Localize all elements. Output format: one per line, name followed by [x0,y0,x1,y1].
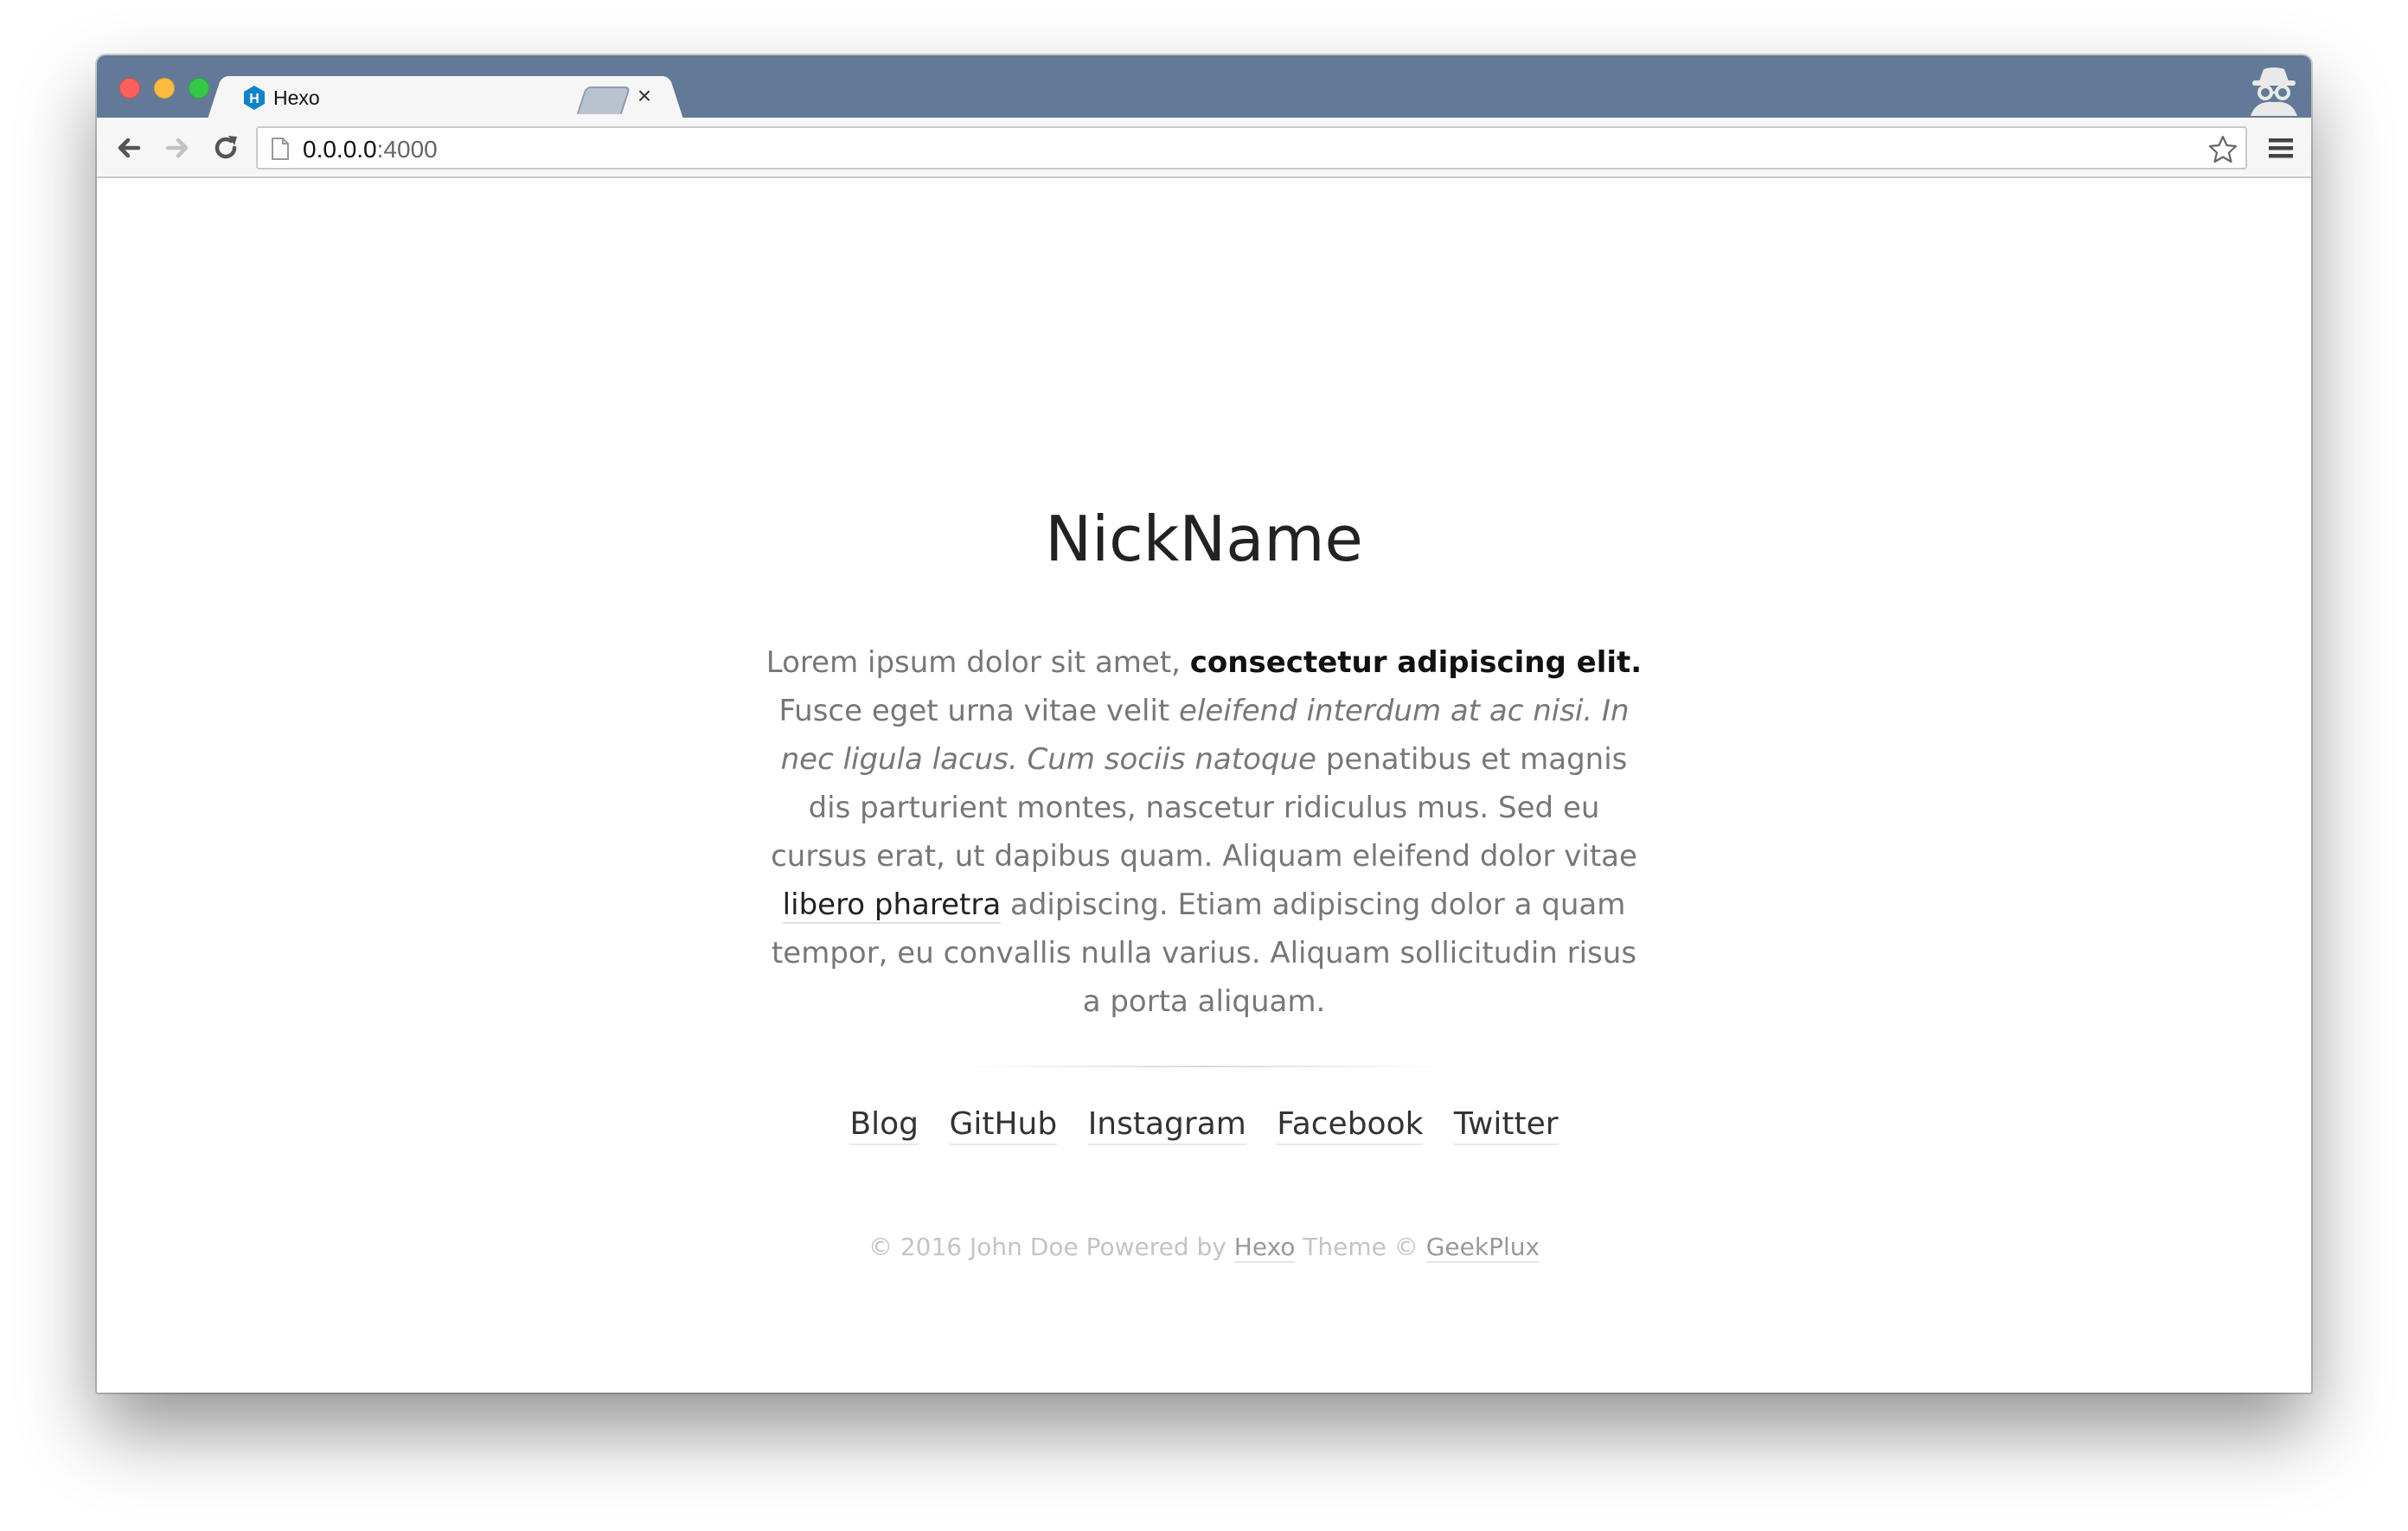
page-viewport: NickName Lorem ipsum dolor sit amet, con… [97,178,2311,1393]
browser-window: H Hexo × 0.0.0.0:4000 NickName Lorem ips… [97,55,2311,1393]
link-facebook[interactable]: Facebook [1277,1106,1424,1145]
forward-arrow-icon[interactable] [161,131,194,164]
link-blog[interactable]: Blog [849,1106,919,1145]
bio-strong-text: consectetur adipiscing elit. [1189,645,1643,680]
footer-copyright: © 2016 John Doe Powered by [868,1233,1234,1261]
hamburger-menu-icon[interactable] [2266,133,2296,163]
minimize-window-button[interactable] [154,78,175,99]
hexo-favicon-icon: H [244,86,265,110]
hexo-link[interactable]: Hexo [1233,1233,1296,1263]
profile-card: NickName Lorem ipsum dolor sit amet, con… [763,500,1645,1265]
zoom-window-button[interactable] [189,78,209,99]
url-host: 0.0.0.0 [303,136,377,163]
footer-theme-text: Theme © [1295,1233,1426,1261]
social-links: Blog GitHub Instagram Facebook Twitter [763,1102,1645,1147]
tab-strip: H Hexo × [97,55,2311,119]
new-tab-button[interactable] [576,86,631,114]
link-github[interactable]: GitHub [949,1106,1058,1145]
tab-title: Hexo [273,86,320,109]
reload-icon[interactable] [209,131,242,164]
link-instagram[interactable]: Instagram [1087,1106,1246,1145]
bio-text-2: Fusce eget urna vitae velit [778,694,1180,728]
bio-text-1: Lorem ipsum dolor sit amet, [765,645,1190,680]
star-icon[interactable] [2207,134,2238,165]
bio-link[interactable]: libero pharetra [782,887,1002,924]
page-icon [272,138,289,160]
tab-close-icon[interactable]: × [631,82,657,109]
geekplux-link[interactable]: GeekPlux [1425,1233,1540,1263]
incognito-icon [2251,67,2297,116]
svg-text:H: H [249,92,259,106]
link-twitter[interactable]: Twitter [1453,1106,1559,1145]
url-text[interactable]: 0.0.0.0:4000 [303,136,438,163]
close-window-button[interactable] [119,78,140,99]
page-title: NickName [1045,503,1363,575]
browser-toolbar: 0.0.0.0:4000 [97,118,2311,178]
divider [962,1066,1446,1067]
url-port: :4000 [376,136,438,163]
bio-paragraph: Lorem ipsum dolor sit amet, consectetur … [763,638,1645,1026]
footer: © 2016 John Doe Powered by Hexo Theme © … [763,1230,1645,1265]
back-arrow-icon[interactable] [112,131,145,164]
address-bar[interactable]: 0.0.0.0:4000 [256,126,2247,170]
